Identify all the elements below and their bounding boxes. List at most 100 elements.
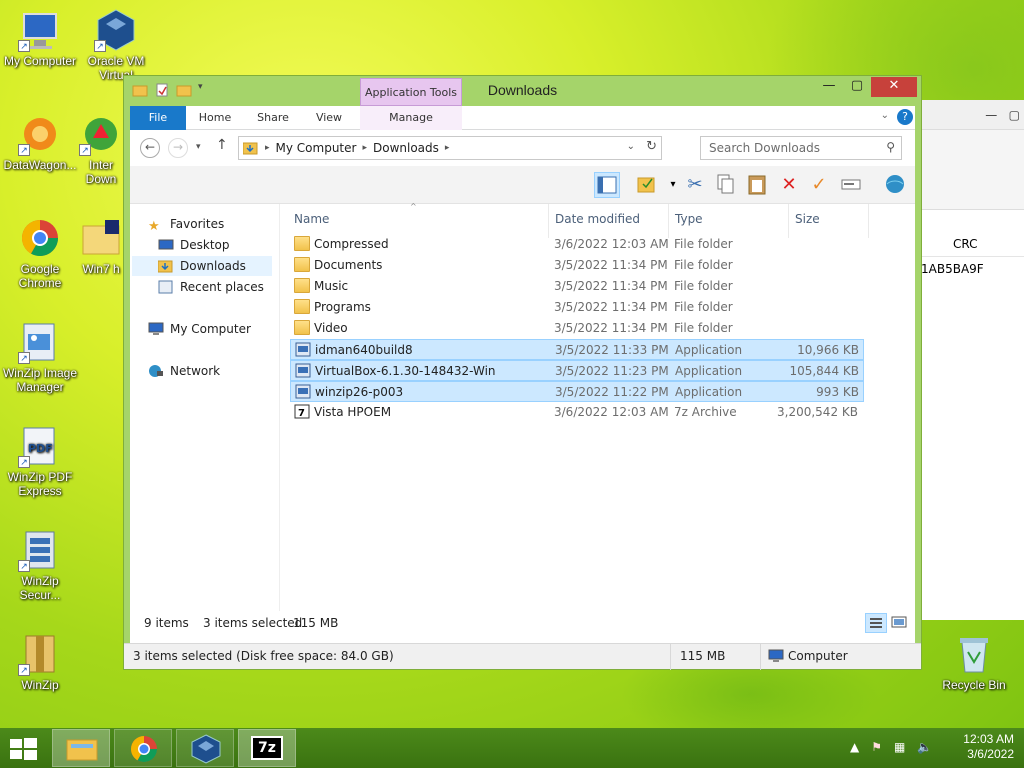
desktop-icon-winzip-secure[interactable]: ↗ WinZip Secur... <box>0 528 80 602</box>
tab-file[interactable]: File <box>130 106 186 130</box>
nav-favorites-label: Favorites <box>170 217 225 231</box>
tab-manage[interactable]: Manage <box>360 106 462 130</box>
folder-icon <box>294 236 310 251</box>
table-row[interactable]: Music 3/5/2022 11:34 PM File folder <box>290 276 864 297</box>
action-center-flag-icon[interactable]: ⚑ <box>871 740 882 754</box>
taskbar-chrome[interactable] <box>114 729 172 767</box>
rename-icon[interactable] <box>838 172 864 198</box>
refresh-icon[interactable]: ↻ <box>646 139 657 154</box>
nav-desktop[interactable]: Desktop <box>158 235 230 255</box>
start-button[interactable] <box>8 736 38 762</box>
search-input[interactable]: Search Downloads ⚲ <box>700 136 902 160</box>
desktop-icon-winzip-pdf[interactable]: PDF ↗ WinZip PDF Express <box>0 424 80 498</box>
background-window-toolbar <box>911 130 1024 210</box>
minimize-button[interactable]: — <box>815 77 843 97</box>
table-row[interactable]: idman640build8 3/5/2022 11:33 PM Applicati… <box>290 339 864 360</box>
address-bar[interactable]: ▸ My Computer ▸ Downloads ▸ ⌄ ↻ <box>238 136 662 160</box>
desktop-icon-recycle-bin[interactable]: Recycle Bin <box>934 632 1014 692</box>
desktop-icon-winzip-image-manager[interactable]: ↗ WinZip Image Manager <box>0 320 80 394</box>
nav-recent-places[interactable]: Recent places <box>158 277 264 297</box>
preview-pane-icon[interactable] <box>594 172 620 198</box>
checkmark-icon[interactable]: ✓ <box>806 172 832 198</box>
maximize-button[interactable]: ▢ <box>843 77 871 97</box>
nav-computer-label: My Computer <box>170 322 251 336</box>
column-header-size[interactable]: Size <box>795 212 820 226</box>
nav-favorites[interactable]: ★ Favorites <box>148 214 224 234</box>
crc-column-header[interactable]: CRC <box>953 237 978 251</box>
taskbar-7zip[interactable]: 7z <box>238 729 296 767</box>
large-icons-view-button[interactable] <box>889 613 911 633</box>
shortcut-arrow-icon: ↗ <box>18 664 30 676</box>
nav-downloads[interactable]: Downloads <box>132 256 272 276</box>
tab-share[interactable]: Share <box>250 106 296 130</box>
forward-button[interactable]: → <box>168 138 188 158</box>
window-controls: — ▢ ✕ <box>815 77 917 97</box>
breadcrumb-separator[interactable]: ▸ <box>445 143 450 153</box>
network-status-icon[interactable]: ▦ <box>894 740 905 754</box>
recent-locations-icon[interactable]: ▾ <box>196 142 201 152</box>
copy-icon[interactable] <box>712 172 738 198</box>
column-separator[interactable] <box>788 204 789 238</box>
address-dropdown-icon[interactable]: ⌄ <box>627 141 635 152</box>
breadcrumb-downloads[interactable]: Downloads <box>373 141 439 155</box>
desktop-icon-internet-download[interactable]: ↗ Inter Down <box>76 112 126 186</box>
breadcrumb-my-computer[interactable]: My Computer <box>276 141 357 155</box>
taskbar-file-explorer[interactable] <box>52 729 110 767</box>
winzip-image-icon: ↗ <box>18 320 62 364</box>
column-separator[interactable] <box>548 204 549 238</box>
up-arrow-icon[interactable]: ↑ <box>216 137 228 153</box>
table-row[interactable]: 7 Vista HPOEM 3/6/2022 12:03 AM 7z Archive 3… <box>290 402 864 423</box>
back-button[interactable]: ← <box>140 138 160 158</box>
help-icon[interactable]: ? <box>897 109 913 125</box>
show-hidden-icons-icon[interactable]: ▲ <box>850 740 859 754</box>
table-row[interactable]: Compressed 3/6/2022 12:03 AM File folder <box>290 234 864 255</box>
breadcrumb-separator[interactable]: ▸ <box>362 143 367 153</box>
column-separator[interactable] <box>868 204 869 238</box>
nav-network[interactable]: Network <box>148 361 220 381</box>
details-status: 9 items 3 items selected 115 MB <box>130 611 915 637</box>
column-header-type[interactable]: Type <box>675 212 703 226</box>
breadcrumb-separator[interactable]: ▸ <box>265 143 270 153</box>
desktop-icon-winzip[interactable]: ↗ WinZip <box>0 632 80 692</box>
paste-icon[interactable] <box>744 172 770 198</box>
clock[interactable]: 12:03 AM 3/6/2022 <box>963 732 1014 762</box>
column-header-name[interactable]: Name <box>294 212 329 226</box>
file-name: idman640build8 <box>315 343 413 357</box>
ribbon-tabs: File Home Share View Manage ⌄ ? <box>130 106 915 130</box>
globe-icon[interactable] <box>882 172 908 198</box>
cut-icon[interactable]: ✂ <box>682 172 708 198</box>
background-window-controls[interactable]: — ▢ <box>985 108 1020 122</box>
close-button[interactable]: ✕ <box>871 77 917 97</box>
titlebar[interactable]: ▾ Application Tools Downloads — ▢ ✕ <box>124 76 921 106</box>
column-separator[interactable] <box>668 204 669 238</box>
volume-muted-icon[interactable]: 🔈 <box>917 740 932 754</box>
application-icon <box>295 384 311 399</box>
table-row[interactable]: VirtualBox-6.1.30-148432-Win 3/5/2022 11:… <box>290 360 864 381</box>
chrome-icon <box>18 216 62 260</box>
system-tray: ▲ ⚑ ▦ 🔈 <box>850 740 932 754</box>
status-size: 115 MB <box>680 649 726 663</box>
file-name: Music <box>314 279 349 293</box>
table-row[interactable]: Programs 3/5/2022 11:34 PM File folder <box>290 297 864 318</box>
table-row[interactable]: winzip26-p003 3/5/2022 11:22 PM Applicatio… <box>290 381 864 402</box>
delete-icon[interactable]: ✕ <box>776 172 802 198</box>
desktop-icon-virtualbox[interactable]: ↗ Oracle VM Virtual <box>76 8 156 82</box>
details-view-button[interactable] <box>865 613 887 633</box>
explorer-window: ▾ Application Tools Downloads — ▢ ✕ File… <box>123 75 922 670</box>
table-row[interactable]: Documents 3/5/2022 11:34 PM File folder <box>290 255 864 276</box>
tab-home[interactable]: Home <box>194 106 236 130</box>
desktop-icon-my-computer[interactable]: ↗ My Computer <box>0 8 80 68</box>
table-row[interactable]: Video 3/5/2022 11:34 PM File folder <box>290 318 864 339</box>
taskbar-virtualbox[interactable] <box>176 729 234 767</box>
desktop-icon-google-chrome[interactable]: Google Chrome <box>0 216 80 290</box>
desktop-icon-datawagon[interactable]: ↗ DataWagon... <box>0 112 80 172</box>
nav-my-computer[interactable]: My Computer <box>148 319 251 339</box>
desktop-icon-win7[interactable]: Win7 h <box>76 216 126 276</box>
properties-folder-icon[interactable] <box>634 172 660 198</box>
search-icon[interactable]: ⚲ <box>886 140 895 154</box>
desktop-icon-label: Inter Down <box>85 158 117 186</box>
column-header-date[interactable]: Date modified <box>555 212 640 226</box>
file-date: 3/5/2022 11:22 PM <box>555 385 669 399</box>
tab-view[interactable]: View <box>308 106 350 130</box>
ribbon-expand-icon[interactable]: ⌄ <box>881 110 889 121</box>
